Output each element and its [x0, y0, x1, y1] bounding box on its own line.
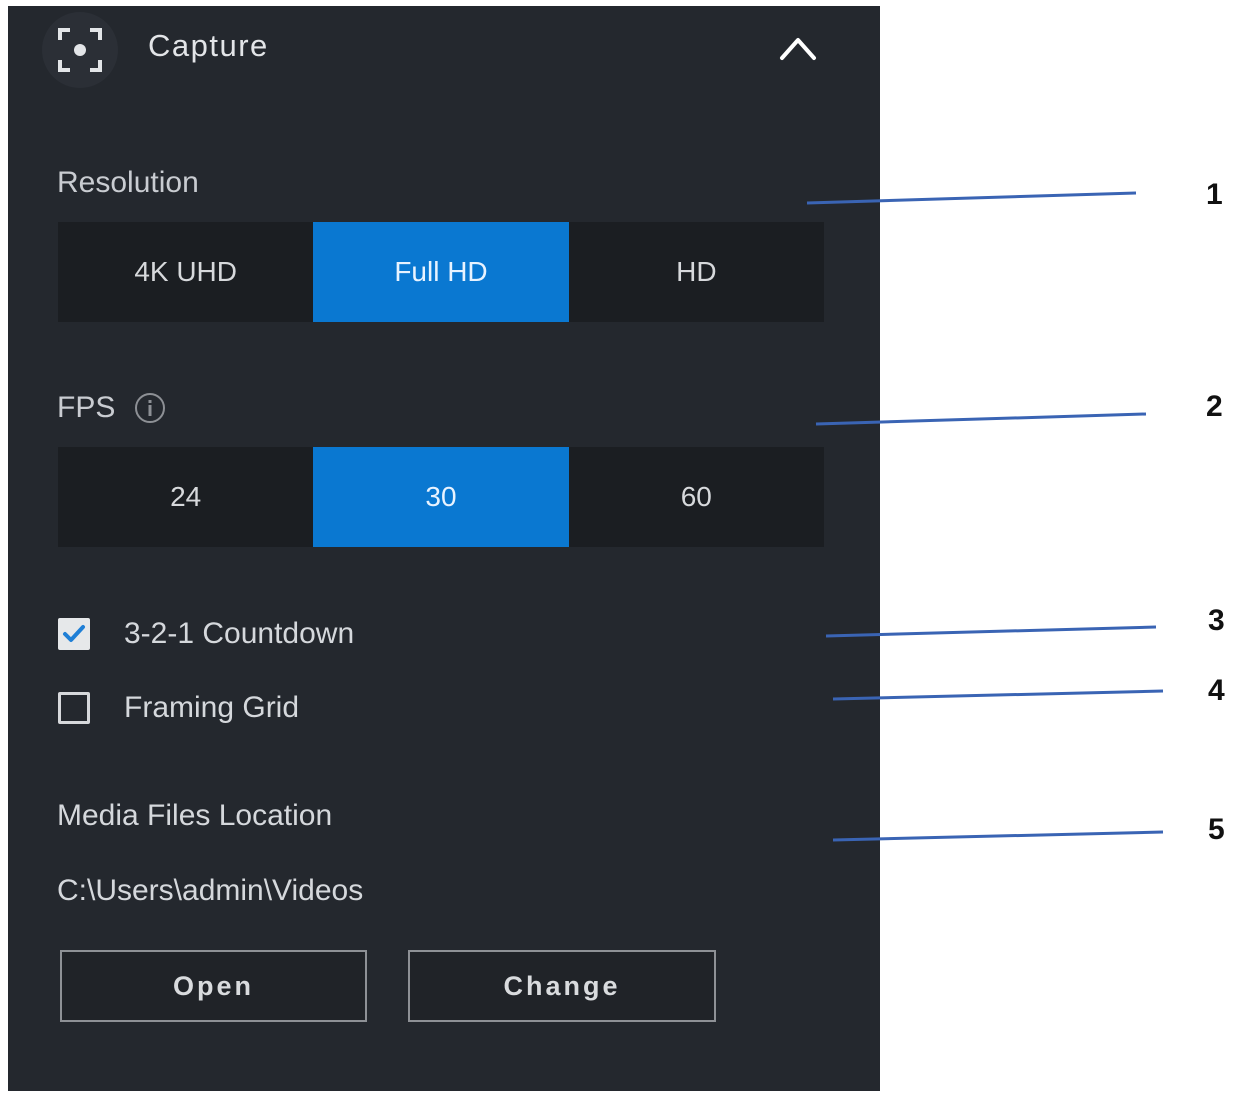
callout-line-4: [832, 689, 1164, 701]
callout-lines: [806, 191, 1164, 842]
callout-number-1: 1: [1206, 178, 1223, 211]
callout-line-2: [815, 412, 1147, 426]
callout-number-4: 4: [1208, 674, 1225, 707]
callout-number-5: 5: [1208, 813, 1225, 846]
callout-line-1: [806, 191, 1137, 205]
annotated-screenshot: Capture Resolution 4K UHD Full HD HD FPS…: [0, 0, 1234, 1093]
callout-line-3: [825, 625, 1157, 638]
callout-number-2: 2: [1206, 390, 1223, 423]
callout-line-5: [832, 830, 1164, 842]
callout-number-3: 3: [1208, 604, 1225, 637]
